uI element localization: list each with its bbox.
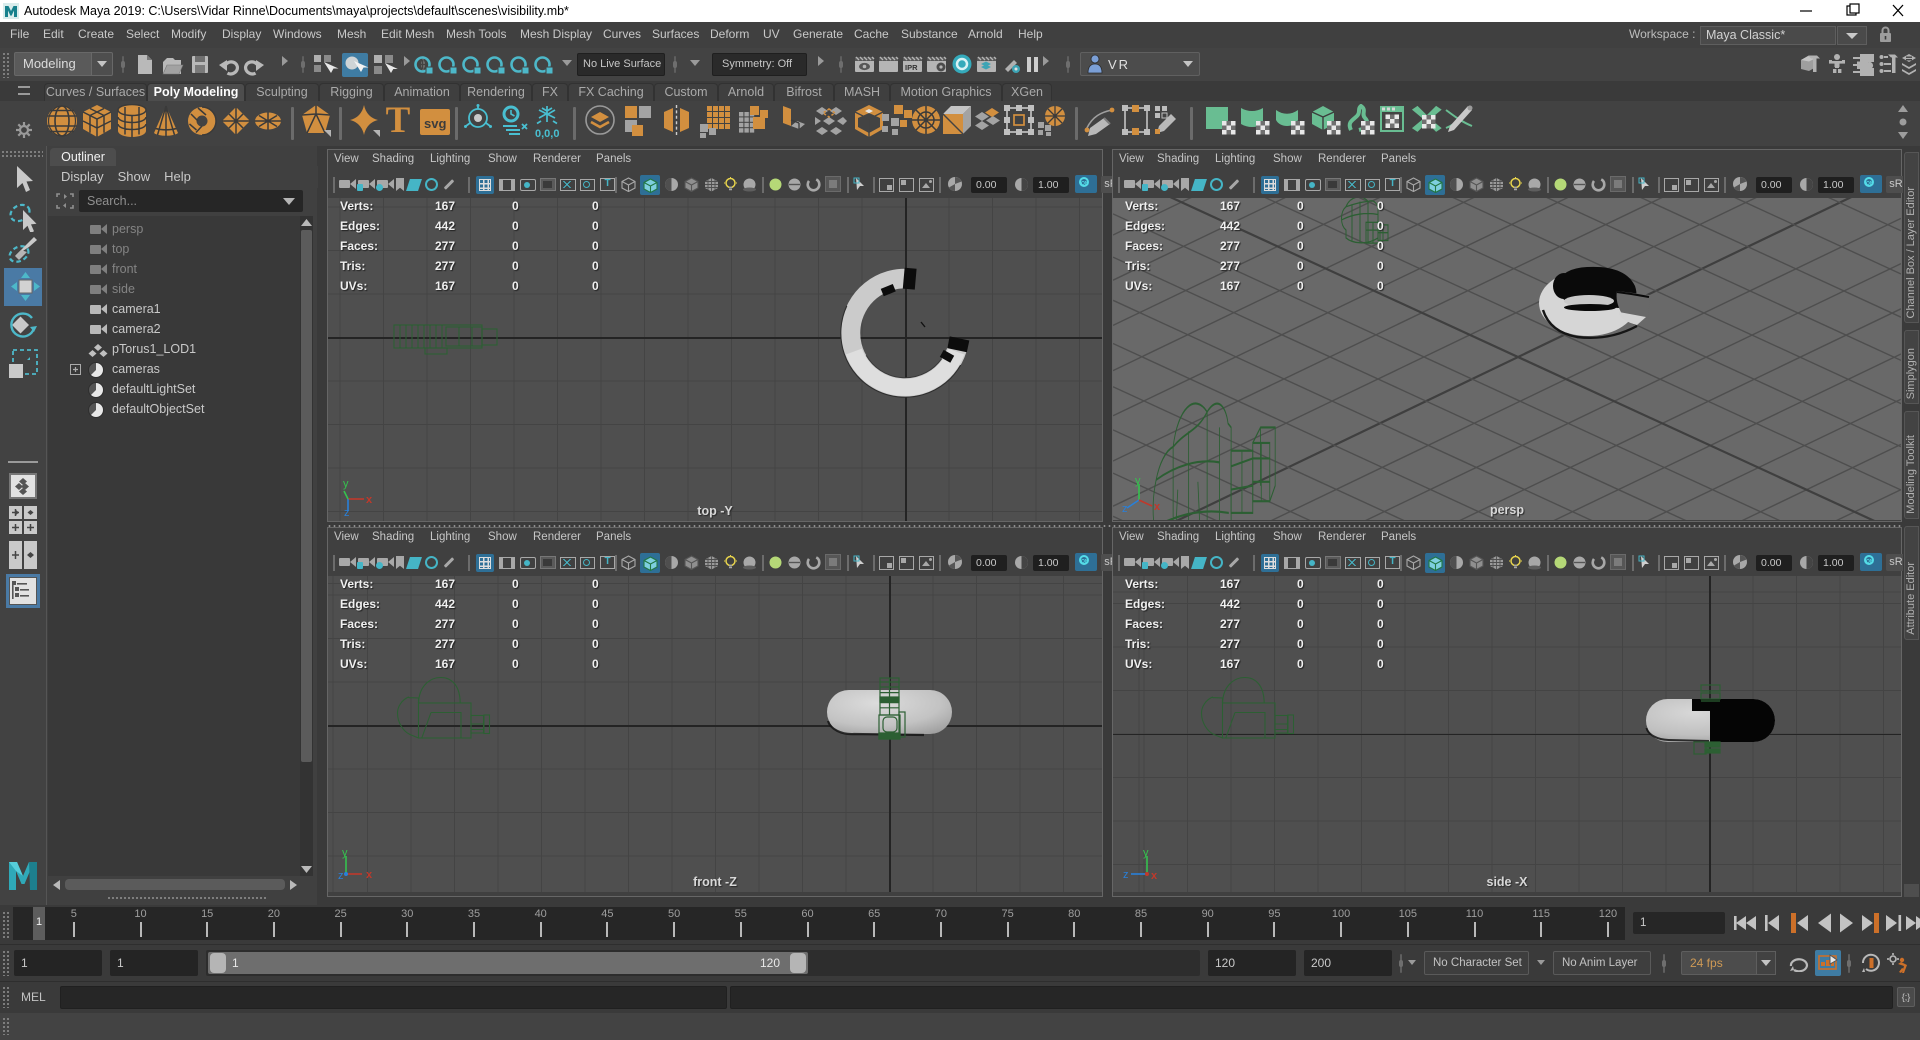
svg-text:z: z [344,507,350,517]
svg-text:y: y [343,478,349,490]
svg-text:0,0,0: 0,0,0 [535,128,559,140]
svg-text:z: z [1122,503,1128,515]
svg-text:svg: svg [424,116,446,131]
svg-text:x: x [366,869,373,881]
svg-text:y: y [342,848,348,859]
svg-text:x: x [1154,501,1161,513]
svg-text:z: z [1123,869,1129,881]
svg-text:IPR: IPR [905,63,918,72]
svg-text:x: x [1151,870,1158,882]
svg-text:y: y [1135,476,1141,487]
svg-text:z: z [338,870,344,882]
svg-text:y: y [1143,848,1149,859]
svg-text:x: x [366,494,373,506]
